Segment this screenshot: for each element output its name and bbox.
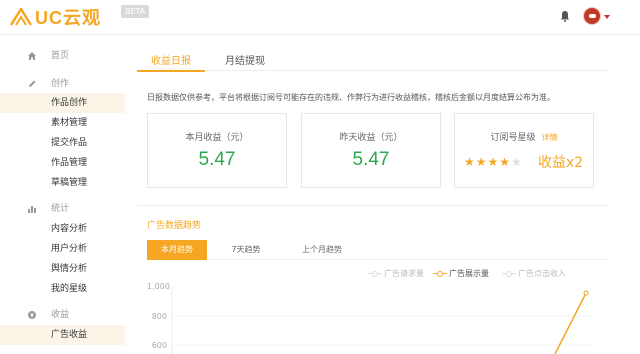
sidebar-item-label: 作品管理 [51,158,88,168]
sidebar-item-label: 提交作品 [51,138,88,148]
sidebar-item-label: 广告收益 [51,330,88,340]
y-tick-label: 800 [151,312,167,321]
star-icon: ★ [487,155,500,169]
tab-monthly-withdraw[interactable]: 月结提现 [225,52,265,67]
sidebar-item-label: 首页 [51,51,70,61]
star-icon: ★ [475,155,488,169]
legend-marker-icon [502,270,516,277]
section-divider [137,205,609,206]
sidebar-item-label: 草稿管理 [51,178,88,188]
sidebar-item-home[interactable]: 首页 [0,46,125,66]
sidebar-item-submit[interactable]: 提交作品 [0,133,125,153]
sidebar-item-user-analysis[interactable]: 用户分析 [0,239,125,259]
trend-range-7days[interactable]: 7天趋势 [221,240,271,260]
yesterday-income-value: 5.47 [352,149,390,170]
star-icon: ★ [464,155,476,169]
sidebar-section-label: 收益 [51,310,70,320]
trend-title: 广告数据趋势 [147,221,202,231]
legend-label: 广告点击收入 [518,269,566,278]
sidebar-item-content-analysis[interactable]: 内容分析 [0,219,125,239]
legend-label: 广告展示量 [449,269,489,278]
sidebar: 首页 创作 作品创作 素材管理 提交作品 作品管理 草稿管理 统计 内容分析 用… [0,35,125,354]
sidebar-item-materials[interactable]: 素材管理 [0,113,125,133]
sidebar-item-label: 素材管理 [51,118,88,128]
tab-daily-income[interactable]: 收益日报 [151,52,191,67]
impressions-data-point[interactable] [583,290,589,296]
trend-range-last-month[interactable]: 上个月趋势 [287,240,357,260]
legend-marker-icon [433,270,447,277]
sidebar-item-label: 用户分析 [51,244,88,254]
legend-label: 广告请求量 [384,269,424,278]
account-dropdown-icon[interactable] [604,15,610,19]
sidebar-section-income[interactable]: 收益 [0,305,125,325]
logo[interactable]: UC云观 [10,6,101,28]
star-empty-icon: ★ [511,155,523,169]
sidebar-item-opinion-analysis[interactable]: 舆情分析 [0,259,125,279]
sidebar-section-label: 创作 [51,79,70,89]
sidebar-item-label: 作品创作 [51,98,88,108]
trend-chart [171,287,595,354]
home-icon [28,52,36,60]
legend-ad-impressions[interactable]: 广告展示量 [433,268,489,279]
star-icon: ★ [499,155,512,169]
beta-badge: BETA [121,5,150,18]
legend-ad-click-income[interactable]: 广告点击收入 [502,268,566,279]
sidebar-section-create[interactable]: 创作 [0,74,125,94]
legend-ad-requests[interactable]: 广告请求量 [368,268,424,279]
rating-label-row: 订阅号星级 详情 [455,130,593,143]
yesterday-income-label: 昨天收益（元） [339,133,403,143]
impressions-series-line [554,292,587,354]
sidebar-section-label: 统计 [51,204,70,214]
income-multiplier: 收益x2 [538,155,584,171]
month-income-value: 5.47 [198,149,236,170]
bar-chart-icon [28,206,36,213]
sidebar-item-label: 舆情分析 [51,264,88,274]
sidebar-section-stats[interactable]: 统计 [0,199,125,219]
trend-range-month[interactable]: 本月趋势 [147,240,207,260]
bell-icon[interactable] [560,10,570,22]
sidebar-item-my-rating[interactable]: 我的星级 [0,279,125,299]
month-income-card: 本月收益（元） 5.47 [147,113,287,188]
month-income-label: 本月收益（元） [185,133,249,143]
y-tick-label: 600 [151,341,167,350]
logo-mark-icon [10,7,32,26]
avatar[interactable] [583,7,601,25]
pencil-icon [29,80,36,87]
main-content: 收益日报 月结提现 日报数据仅供参考，平台将根据订阅号可能存在的违规、作弊行为进… [125,35,640,354]
rating-card: 订阅号星级 详情 ★★★★★ 收益x2 [454,113,594,188]
sidebar-item-manage[interactable]: 作品管理 [0,153,125,173]
tab-bar: 收益日报 月结提现 [137,49,609,72]
trend-range-tabs: 本月趋势 7天趋势 上个月趋势 [147,240,607,260]
legend-marker-icon [368,270,382,277]
active-tab-indicator [137,70,205,72]
top-bar: UC云观 BETA [0,0,640,35]
yesterday-income-card: 昨天收益（元） 5.47 [301,113,441,188]
sidebar-item-label: 内容分析 [51,224,88,234]
y-tick-label: 1,000 [147,282,170,291]
rating-detail-link[interactable]: 详情 [542,133,558,142]
rating-stars: ★★★★★ [464,155,523,169]
income-notice: 日报数据仅供参考，平台将根据订阅号可能存在的违规、作弊行为进行收益稽核，稽核后金… [147,93,555,102]
sidebar-item-label: 我的星级 [51,284,88,294]
sidebar-item-drafts[interactable]: 草稿管理 [0,173,125,193]
logo-text: UC云观 [35,8,101,28]
sidebar-item-ad-income[interactable]: 广告收益 [0,325,125,345]
coin-icon [28,311,36,319]
sidebar-item-create-work[interactable]: 作品创作 [0,93,125,113]
rating-label: 订阅号星级 [490,133,536,143]
